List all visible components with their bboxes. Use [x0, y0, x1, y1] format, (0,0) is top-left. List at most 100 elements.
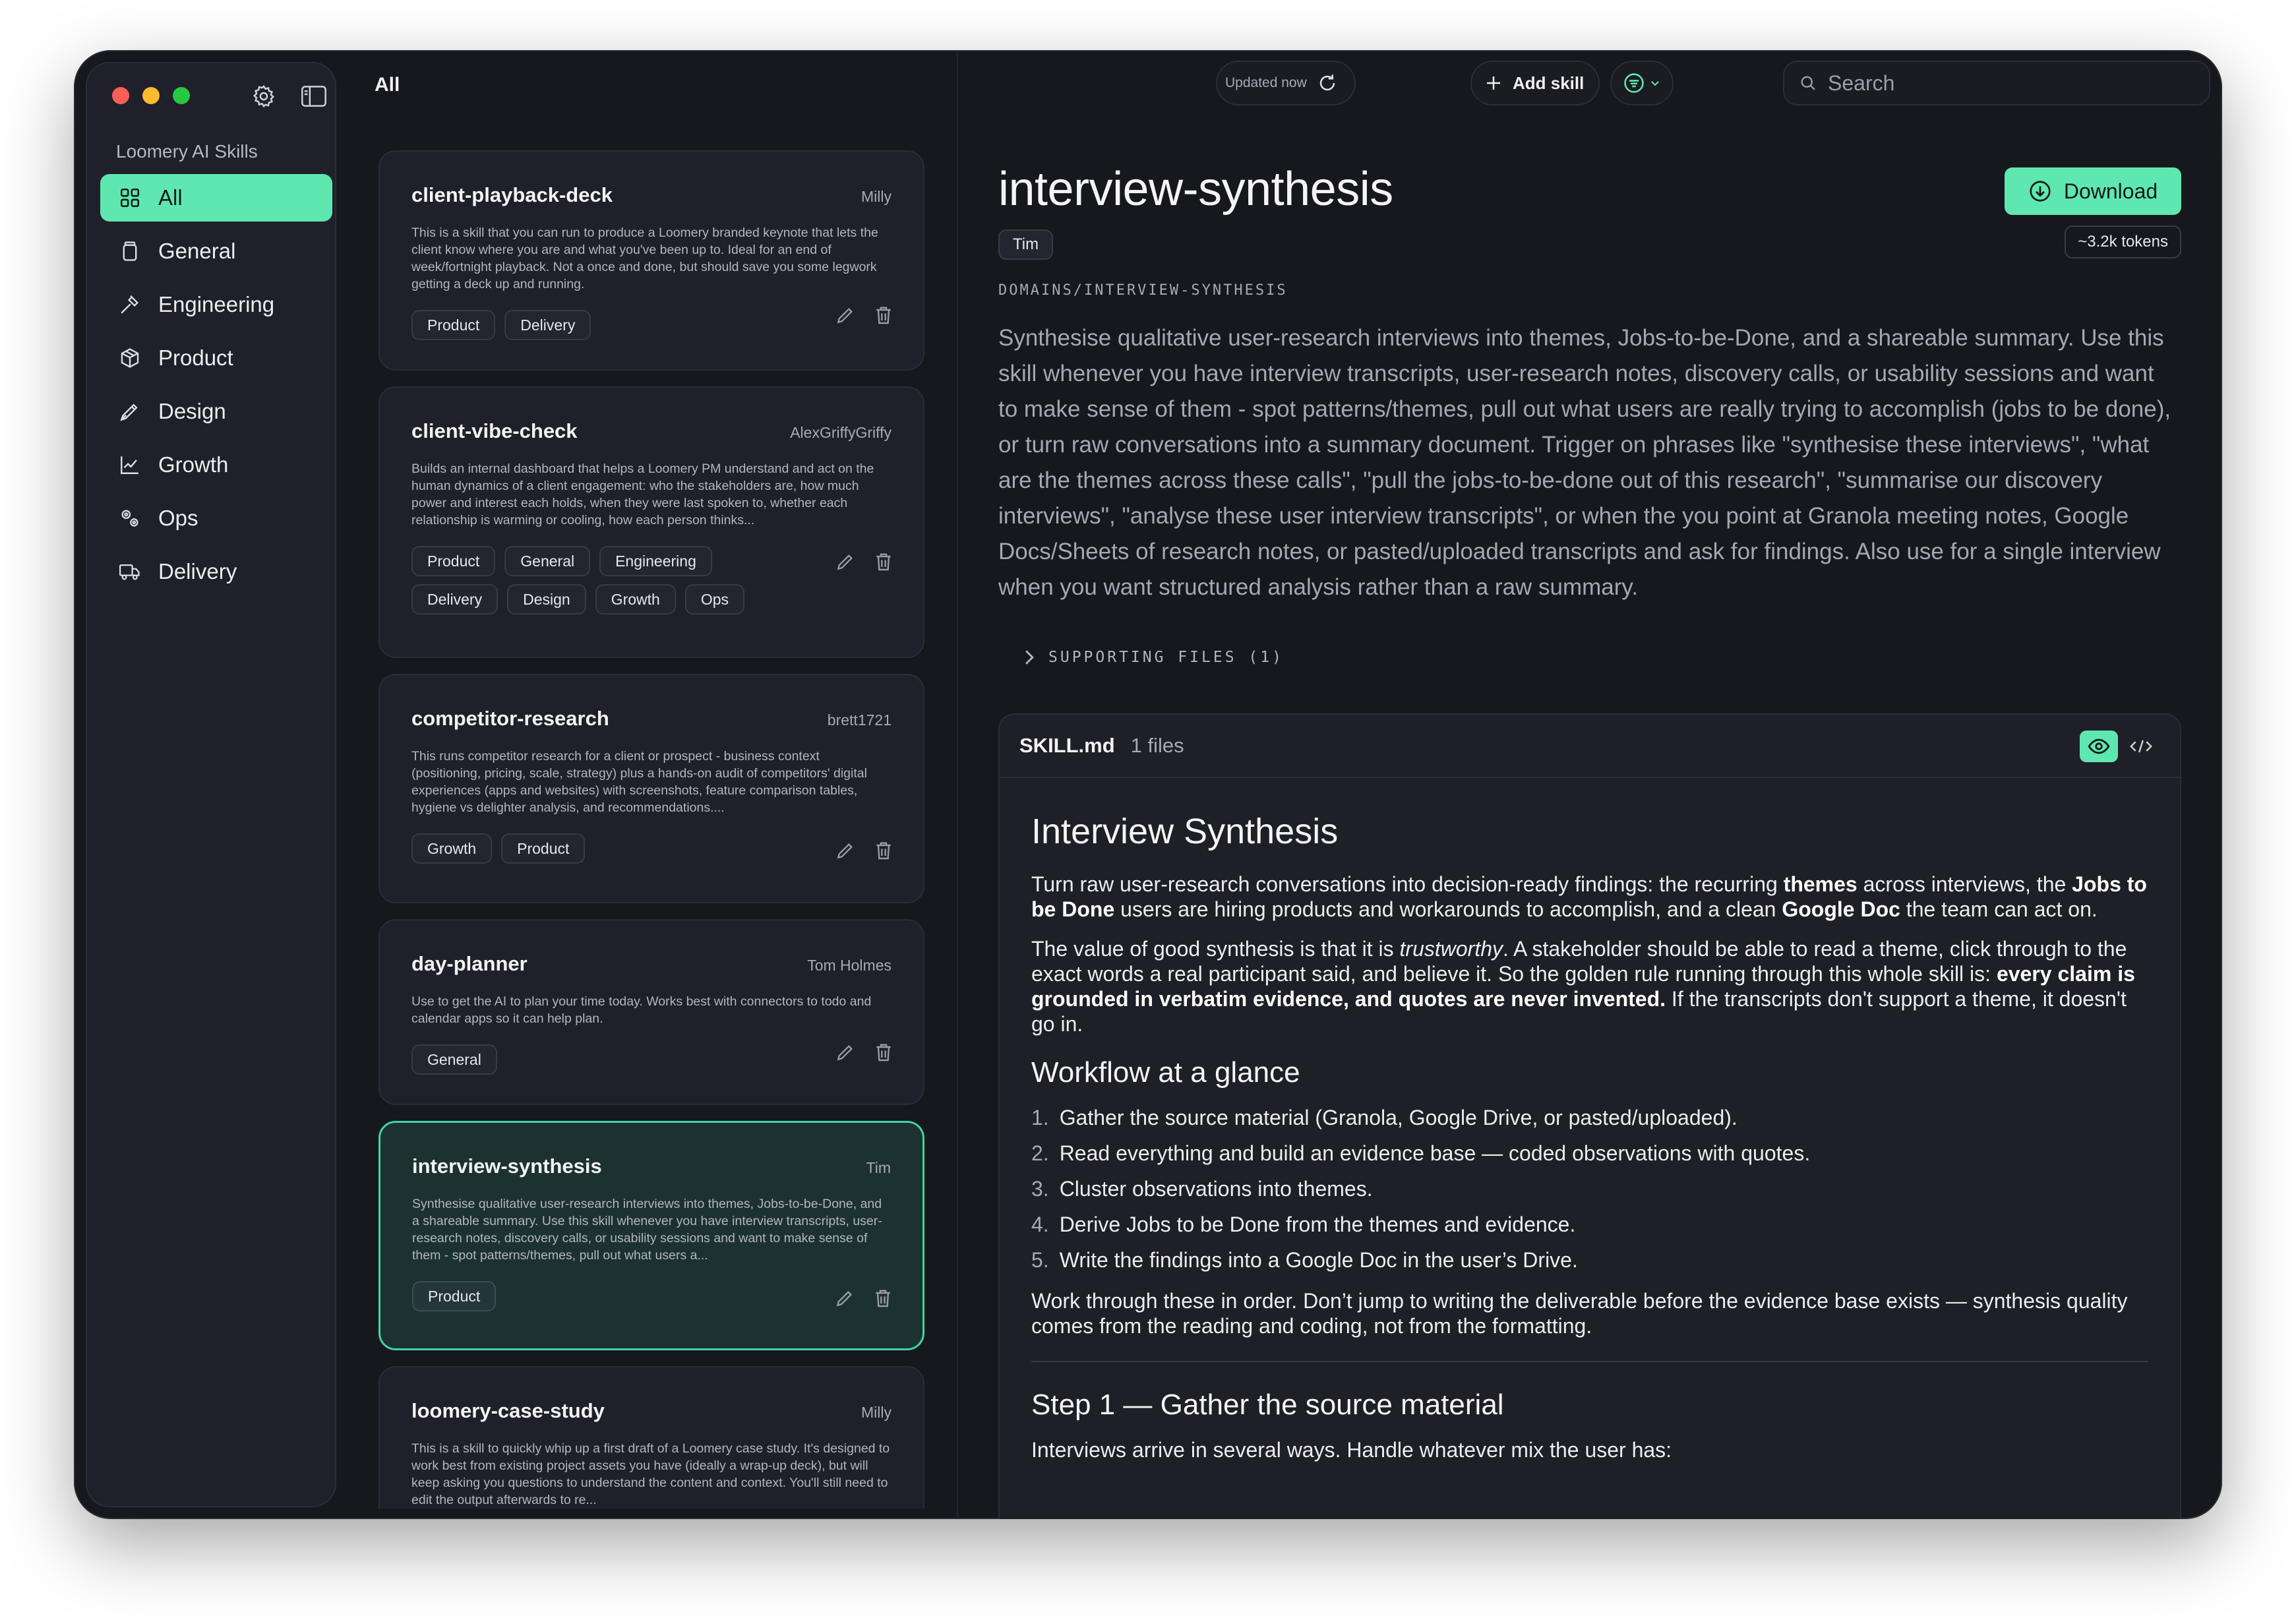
skill-card-description: This is a skill that you can run to prod…	[411, 225, 878, 291]
doc-paragraph: Work through these in order. Don’t jump …	[1031, 1289, 2128, 1338]
skill-card-author: Tim	[866, 1159, 891, 1176]
skill-card-author: Milly	[861, 1404, 891, 1421]
truck-icon	[119, 564, 140, 580]
skill-card-title: client-vibe-check	[411, 419, 578, 442]
trash-icon[interactable]	[872, 1288, 893, 1309]
file-name: SKILL.md	[1019, 734, 1115, 757]
doc-subheading: Step 1 — Gather the source material	[1031, 1389, 1504, 1421]
download-icon	[2030, 181, 2051, 202]
tag[interactable]: Product	[411, 546, 496, 576]
tag[interactable]: Delivery	[411, 584, 498, 614]
skill-card[interactable]: day-planner Tom Holmes Use to get the AI…	[378, 919, 924, 1105]
card-actions	[835, 840, 894, 861]
tag[interactable]: Growth	[411, 833, 493, 864]
file-count: 1 files	[1130, 734, 1184, 757]
list-item: 2. Read everything and build an evidence …	[1031, 1141, 1811, 1165]
tag-list: Growth Product	[411, 833, 807, 864]
skill-card-description: Use to get the AI to plan your time toda…	[411, 994, 872, 1026]
tag[interactable]: Engineering	[599, 546, 712, 576]
skill-list: client-playback-deck Milly This is a ski…	[378, 150, 924, 1509]
tag[interactable]: Product	[411, 310, 496, 340]
edit-pencil-icon[interactable]	[835, 1042, 856, 1063]
source-code-icon[interactable]	[2122, 731, 2160, 762]
list-item: 3. Cluster observations into themes.	[1031, 1177, 1373, 1201]
pen-nib-icon	[120, 404, 138, 421]
tag[interactable]: General	[504, 546, 591, 576]
tag[interactable]: Design	[507, 584, 586, 614]
sidebar-item-product[interactable]: Product	[100, 334, 332, 382]
card-actions	[835, 1042, 894, 1063]
minimize-window-button[interactable]	[142, 87, 160, 104]
skill-card[interactable]: client-vibe-check AlexGriffyGriffy Build…	[378, 386, 924, 658]
zoom-window-button[interactable]	[173, 87, 190, 104]
skill-detail: interview-synthesis Tim Download ~3.2k t…	[998, 50, 2181, 1519]
chart-line-icon	[121, 456, 138, 474]
pane-divider	[957, 50, 958, 1519]
skill-author-badge: Tim	[998, 229, 1054, 260]
app-window: Loomery AI Skills All General Engineerin…	[74, 50, 2222, 1519]
edit-pencil-icon[interactable]	[835, 551, 856, 572]
tag-list: Product General Engineering Delivery Des…	[411, 546, 807, 614]
tag[interactable]: Delivery	[504, 310, 591, 340]
skill-card-description: This runs competitor research for a clie…	[411, 749, 867, 815]
skill-card-description: Synthesise qualitative user-research int…	[412, 1197, 882, 1263]
trash-icon[interactable]	[873, 840, 894, 861]
skill-card[interactable]: client-playback-deck Milly This is a ski…	[378, 150, 924, 371]
tag[interactable]: Ops	[684, 584, 745, 614]
card-actions	[835, 551, 894, 572]
trash-icon[interactable]	[873, 551, 894, 572]
sidebar-item-label: Ops	[158, 506, 198, 530]
sidebar-item-general[interactable]: General	[100, 227, 332, 275]
preview-eye-icon[interactable]	[2080, 731, 2118, 762]
skill-card-description: This is a skill to quickly whip up a fir…	[411, 1441, 890, 1507]
sidebar-item-label: All	[158, 185, 183, 210]
sidebar-item-delivery[interactable]: Delivery	[100, 548, 332, 595]
toggle-sidebar-icon[interactable]	[299, 82, 328, 111]
sidebar-item-label: Design	[158, 399, 226, 423]
skill-card[interactable]: competitor-research brett1721 This runs …	[378, 674, 924, 903]
workflow-steps: 1. Gather the source material (Granola, G…	[1031, 1105, 2148, 1273]
supporting-files-label: SUPPORTING FILES (1)	[1048, 649, 1284, 666]
doc-paragraph: Interviews arrive in several ways. Handl…	[1031, 1438, 1672, 1462]
sidebar-item-engineering[interactable]: Engineering	[100, 281, 332, 328]
tag[interactable]: General	[411, 1044, 497, 1075]
markdown-preview: Interview Synthesis Turn raw user-resear…	[1000, 778, 2180, 1462]
sidebar-item-ops[interactable]: Ops	[100, 494, 332, 542]
sidebar-item-label: General	[158, 239, 236, 263]
view-mode-toggle	[2080, 731, 2160, 762]
skill-card[interactable]: loomery-case-study Milly This is a skill…	[378, 1366, 924, 1509]
tag[interactable]: Growth	[595, 584, 676, 614]
skill-card-selected[interactable]: interview-synthesis Tim Synthesise quali…	[378, 1121, 924, 1350]
sidebar-title: Loomery AI Skills	[116, 141, 258, 162]
grid-icon	[120, 188, 140, 208]
edit-pencil-icon[interactable]	[834, 1288, 855, 1309]
tag-list: General	[411, 1044, 807, 1075]
sidebar-item-growth[interactable]: Growth	[100, 441, 332, 489]
sidebar-item-label: Delivery	[158, 559, 237, 584]
trash-icon[interactable]	[873, 305, 894, 326]
list-item: 5. Write the findings into a Google Doc i…	[1031, 1248, 1578, 1272]
window-controls	[112, 87, 190, 104]
sidebar-item-design[interactable]: Design	[100, 388, 332, 435]
tag[interactable]: Product	[501, 833, 586, 864]
download-button[interactable]: Download	[2005, 167, 2181, 215]
skill-card-title: competitor-research	[411, 707, 609, 730]
tag[interactable]: Product	[412, 1281, 497, 1311]
skill-card-title: loomery-case-study	[411, 1399, 605, 1422]
gears-icon	[121, 510, 138, 527]
edit-pencil-icon[interactable]	[835, 305, 856, 326]
tag-list: Product Delivery	[411, 310, 807, 340]
sidebar-item-label: Engineering	[158, 292, 275, 316]
token-count-badge: ~3.2k tokens	[2065, 225, 2181, 258]
settings-gear-icon[interactable]	[249, 82, 278, 111]
trash-icon[interactable]	[873, 1042, 894, 1063]
hammer-icon	[121, 295, 139, 314]
edit-pencil-icon[interactable]	[835, 840, 856, 861]
skill-description: Synthesise qualitative user-research int…	[998, 325, 2171, 600]
sidebar-item-all[interactable]: All	[100, 174, 332, 222]
list-item: 1. Gather the source material (Granola, G…	[1031, 1106, 1737, 1129]
sidebar: Loomery AI Skills All General Engineerin…	[86, 62, 336, 1507]
close-window-button[interactable]	[112, 87, 129, 104]
doc-subheading: Workflow at a glance	[1031, 1056, 1300, 1089]
supporting-files-toggle[interactable]: SUPPORTING FILES (1)	[1022, 649, 1284, 666]
